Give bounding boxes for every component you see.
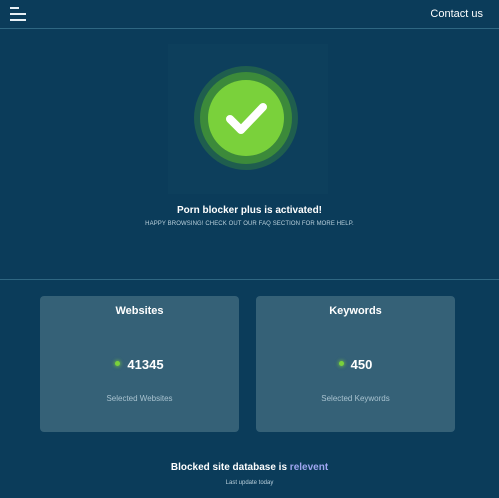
- websites-card-title: Websites: [115, 305, 164, 317]
- websites-card-caption: Selected Websites: [106, 394, 173, 403]
- status-dot-icon: [338, 361, 344, 367]
- keywords-count: 450: [350, 357, 373, 372]
- menu-line: [10, 19, 26, 21]
- top-bar: Contact us: [0, 0, 499, 29]
- section-divider: [0, 279, 499, 280]
- keywords-count-row: 450: [256, 357, 455, 372]
- menu-line: [10, 13, 26, 15]
- checkmark-icon: [208, 80, 284, 156]
- keywords-card-title: Keywords: [329, 305, 382, 317]
- database-status-value: relevent: [289, 462, 329, 473]
- status-dot-icon: [115, 361, 121, 367]
- websites-count-row: 41345: [40, 357, 239, 372]
- last-update-text: Last update today: [225, 480, 274, 486]
- database-status-prefix: Blocked site database is: [170, 462, 290, 473]
- websites-card[interactable]: Websites 41345 Selected Websites: [40, 296, 239, 432]
- activation-title: Porn blocker plus is activated!: [176, 205, 323, 216]
- keywords-card-caption: Selected Keywords: [321, 394, 390, 403]
- activation-subtitle: HAPPY BROWSING! CHECK OUT OUR FAQ SECTIO…: [145, 221, 354, 227]
- websites-count: 41345: [127, 357, 164, 372]
- hamburger-menu-icon[interactable]: [10, 7, 28, 22]
- database-status: Blocked site database is relevent: [0, 462, 499, 473]
- keywords-card[interactable]: Keywords 450 Selected Keywords: [256, 296, 455, 432]
- menu-line: [10, 7, 19, 9]
- contact-us-link[interactable]: Contact us: [430, 8, 483, 20]
